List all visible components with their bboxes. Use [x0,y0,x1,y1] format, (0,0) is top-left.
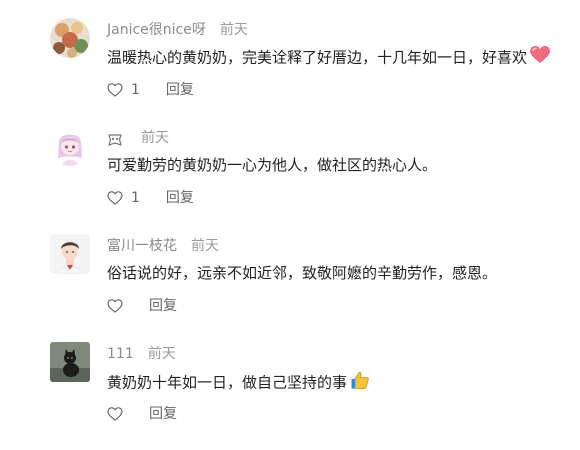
comment-text: 黄奶奶十年如一日，做自己坚持的事 [107,370,370,396]
comment-time: 前天 [141,130,169,146]
avatar[interactable] [50,18,90,58]
heart-outline-icon [107,191,123,205]
heart-outline-icon [107,299,123,313]
like-button[interactable]: 1 [107,188,140,208]
comment-item: 富川一枝花 前天 俗话说的好，远亲不如近邻，致敬阿嬷的辛勤劳作，感恩。 回复 [0,234,580,342]
thumbs-up-icon [107,83,123,97]
username[interactable]: Janice很nice呀 [107,22,206,38]
comment-time: 前天 [191,238,219,254]
like-count: 1 [131,190,140,206]
heart-outline-icon [107,407,123,421]
avatar[interactable] [50,342,90,382]
comment-item: Janice很nice呀 前天 温暖热心的黄奶奶，完美诠释了好厝边，十几年如一日，… [0,18,580,126]
comment-text: 温暖热心的黄奶奶，完美诠释了好厝边，十几年如一日，好喜欢 [107,46,551,70]
like-button[interactable]: 1 [107,80,140,100]
reply-button[interactable]: 回复 [166,188,194,208]
reply-button[interactable]: 回复 [149,296,177,316]
like-count: 1 [131,82,140,98]
comment-text: 俗话说的好，远亲不如近邻，致敬阿嬷的辛勤劳作，感恩。 [107,264,498,282]
like-button[interactable] [107,296,123,316]
thumbs-up-emoji-icon [350,370,370,396]
comment-text-content: 黄奶奶十年如一日，做自己坚持的事 [107,373,348,392]
comment-time: 前天 [147,346,176,362]
comment-text-content: 温暖热心的黄奶奶，完美诠释了好厝边，十几年如一日，好喜欢 [107,48,528,67]
comment-item: 111 前天 黄奶奶十年如一日，做自己坚持的事 回复 [0,342,580,450]
heart-emoji-icon [530,46,551,70]
comment-text: 可爱勤劳的黄奶奶一心为他人，做社区的热心人。 [107,156,438,174]
avatar[interactable] [50,234,90,274]
user-identity-icon [107,132,123,146]
comment-time: 前天 [219,22,248,38]
username[interactable]: 111 [107,346,134,362]
avatar[interactable] [50,126,90,166]
comment-item: 前天 可爱勤劳的黄奶奶一心为他人，做社区的热心人。 1 回复 [0,126,580,234]
reply-button[interactable]: 回复 [149,404,177,424]
username[interactable]: 富川一枝花 [107,238,177,254]
reply-button[interactable]: 回复 [166,80,194,100]
like-button[interactable] [107,404,123,424]
